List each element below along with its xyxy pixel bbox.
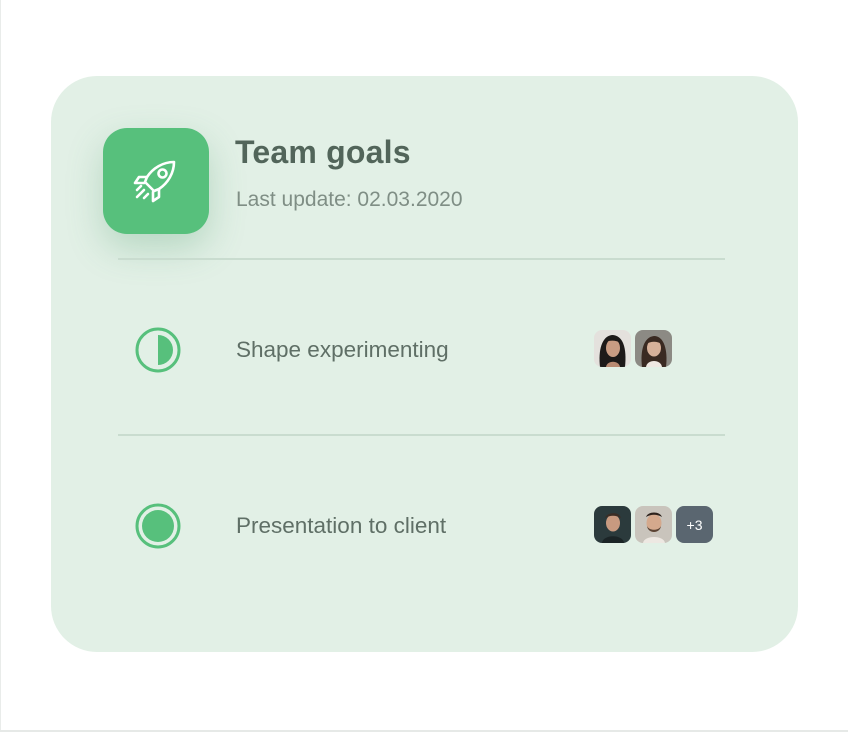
frame-left-border <box>0 0 1 731</box>
avatar-man-dark[interactable] <box>594 506 631 543</box>
more-assignees-badge[interactable]: +3 <box>676 506 713 543</box>
goal-row-shape-experimenting[interactable]: Shape experimenting <box>118 320 725 380</box>
assignee-avatars: +3 <box>594 506 713 544</box>
filled-circle-complete-icon[interactable] <box>135 503 181 549</box>
half-circle-progress-icon[interactable] <box>135 327 181 373</box>
goal-label: Shape experimenting <box>236 337 449 362</box>
avatar-woman-dark-hair[interactable] <box>594 330 631 367</box>
team-goals-card: Team goals Last update: 02.03.2020 Shape… <box>51 76 798 652</box>
avatar-woman-long-hair[interactable] <box>635 330 672 367</box>
divider <box>118 258 725 260</box>
goal-row-presentation-to-client[interactable]: Presentation to client +3 <box>118 496 725 556</box>
rocket-icon[interactable] <box>103 128 209 234</box>
assignee-avatars <box>594 330 672 368</box>
goal-label: Presentation to client <box>236 513 447 538</box>
divider <box>118 434 725 436</box>
avatar-man-beard[interactable] <box>635 506 672 543</box>
card-title: Team goals <box>235 134 411 170</box>
last-update-text: Last update: 02.03.2020 <box>236 188 463 211</box>
